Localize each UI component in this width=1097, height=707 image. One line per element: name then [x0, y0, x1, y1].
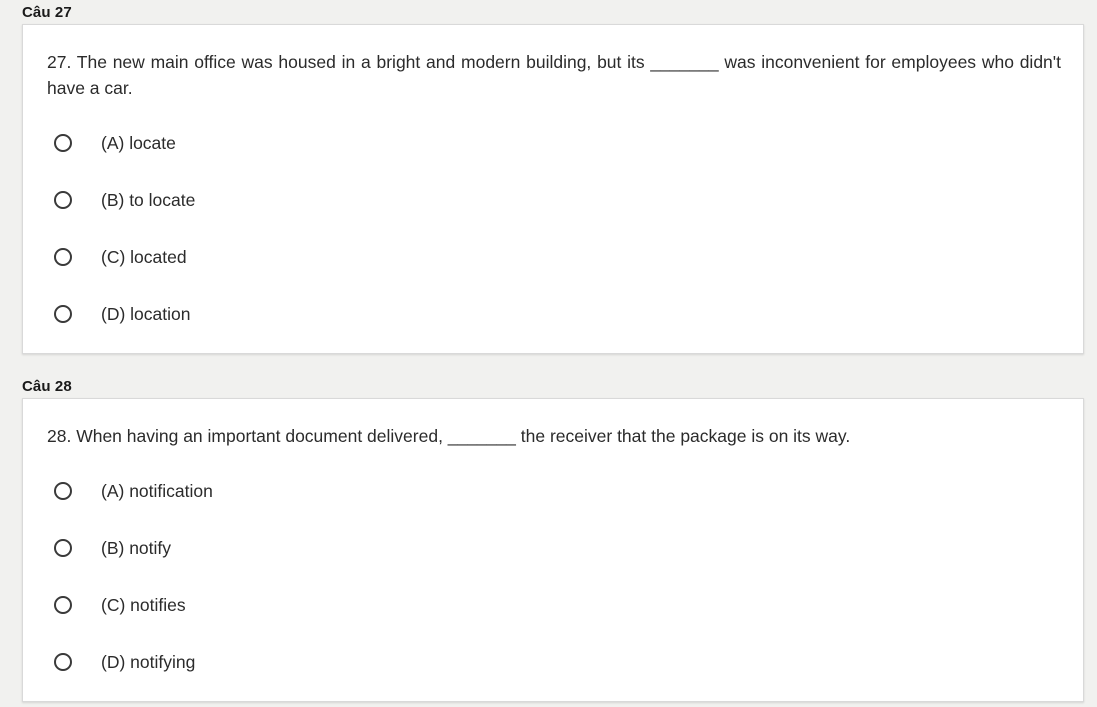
option-label: (C) located [101, 246, 187, 267]
option-label: (B) notify [101, 537, 172, 558]
option-q28-d[interactable]: (D) notifying [54, 650, 195, 674]
option-q28-c[interactable]: (C) notifies [54, 593, 186, 617]
radio-button-icon[interactable] [54, 482, 72, 500]
radio-button-icon[interactable] [54, 191, 72, 209]
section-title-q27: Câu 27 [22, 4, 72, 21]
option-label: (D) location [101, 303, 191, 324]
radio-button-icon[interactable] [54, 653, 72, 671]
option-q28-a[interactable]: (A) notification [54, 479, 213, 503]
question-text-q27: 27. The new main office was housed in a … [47, 52, 1061, 98]
option-label: (C) notifies [101, 594, 186, 615]
radio-button-icon[interactable] [54, 596, 72, 614]
option-label: (A) notification [101, 480, 213, 501]
radio-button-icon[interactable] [54, 539, 72, 557]
radio-button-icon[interactable] [54, 305, 72, 323]
option-q27-d[interactable]: (D) location [54, 302, 190, 326]
option-q27-a[interactable]: (A) locate [54, 131, 176, 155]
option-label: (D) notifying [101, 651, 196, 672]
quiz-page: Câu 27 27. The new main office was house… [0, 0, 1097, 707]
radio-button-icon[interactable] [54, 248, 72, 266]
question-card-q27: 27. The new main office was housed in a … [22, 24, 1084, 354]
section-title-q28: Câu 28 [22, 378, 72, 395]
option-q27-b[interactable]: (B) to locate [54, 188, 195, 212]
option-q28-b[interactable]: (B) notify [54, 536, 171, 560]
question-card-q28: 28. When having an important document de… [22, 398, 1084, 702]
option-label: (B) to locate [101, 189, 196, 210]
option-label: (A) locate [101, 132, 176, 153]
radio-button-icon[interactable] [54, 134, 72, 152]
option-q27-c[interactable]: (C) located [54, 245, 187, 269]
question-text-q28: 28. When having an important document de… [47, 426, 851, 446]
